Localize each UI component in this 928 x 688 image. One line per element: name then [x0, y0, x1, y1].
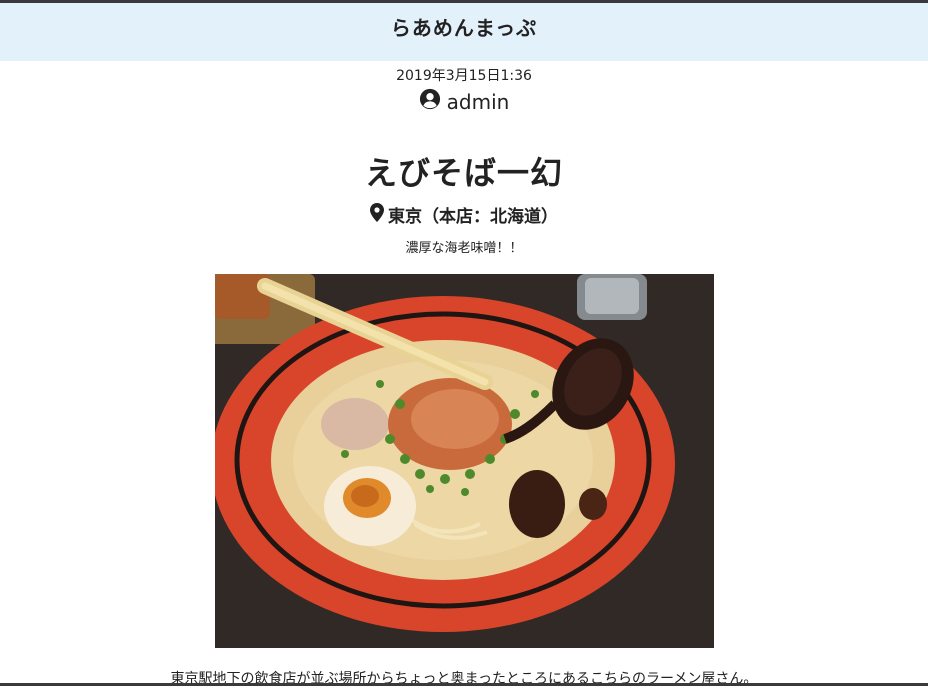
map-pin-icon: [370, 202, 384, 227]
user-circle-icon: [419, 88, 441, 115]
post-author[interactable]: admin: [0, 88, 928, 115]
post-title: えびそば一幻: [364, 154, 563, 192]
site-header: らあめんまっぷ: [0, 3, 928, 61]
ramen-photo: [215, 274, 714, 648]
location-text: 東京（本店：北海道）: [388, 207, 558, 227]
post-date: 2019年3月15日1:36: [396, 68, 532, 84]
post-location: 東京（本店：北海道）: [0, 202, 928, 227]
site-title[interactable]: らあめんまっぷ: [391, 12, 537, 61]
post-tagline: 濃厚な海老味噌！！: [405, 241, 523, 256]
author-name: admin: [446, 89, 510, 114]
